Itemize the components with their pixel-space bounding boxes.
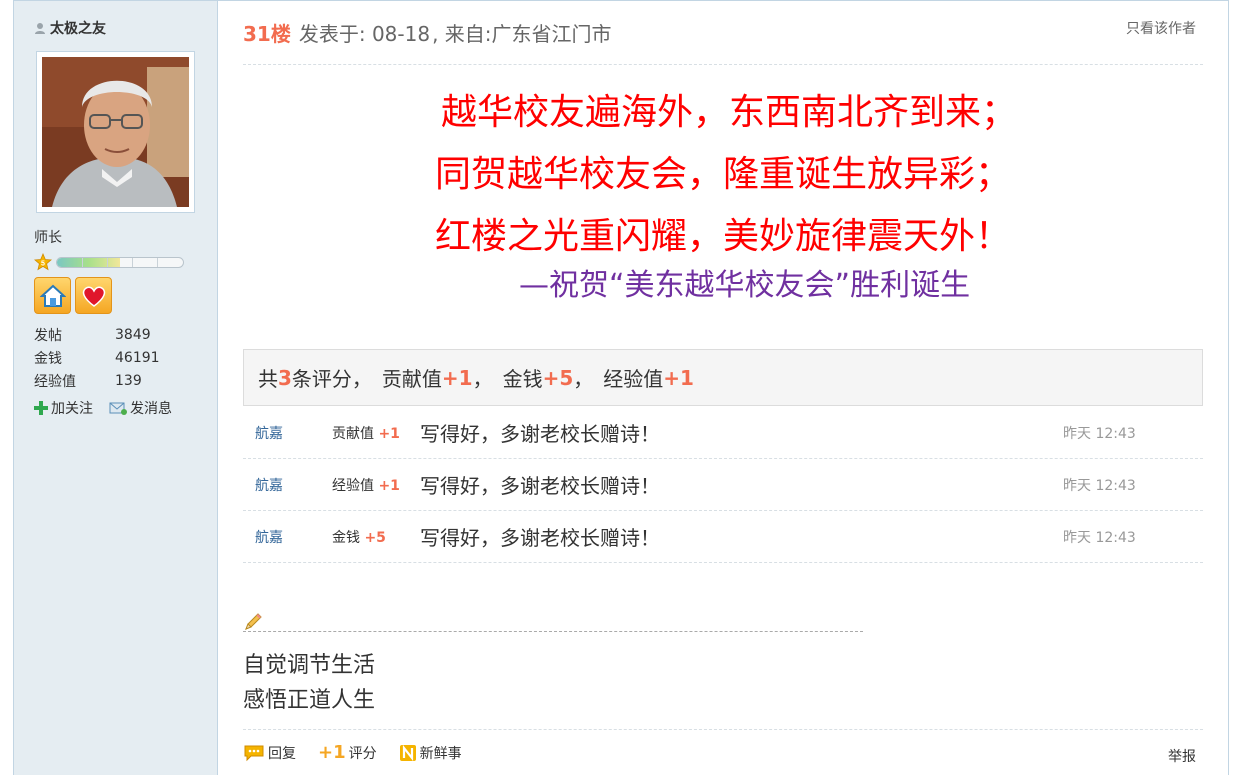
rating-separator: ， xyxy=(472,367,493,391)
user-actions: 加关注 发消息 xyxy=(34,398,172,418)
author-name-text[interactable]: 太极之友 xyxy=(50,18,106,38)
post-header: 31楼 发表于: 08-18 , 来自:广东省江门市 xyxy=(243,18,612,47)
stat-label: 金钱 xyxy=(34,350,62,367)
post-actions: 回复 +1 评分 新鲜事 xyxy=(243,742,462,763)
rater-name[interactable]: 航嘉 xyxy=(243,475,332,495)
rate-plus-icon: +1 xyxy=(318,742,346,763)
rating-summary: 共 3 条评分， 贡献值 +1， 金钱 +5， 经验值 +1 xyxy=(243,349,1203,406)
reply-icon xyxy=(244,745,264,761)
rating-type-label: 经验值 xyxy=(332,477,374,494)
heart-medal[interactable] xyxy=(75,277,112,314)
rating-row: 航嘉 贡献值 +1 写得好，多谢老校长赠诗！ 昨天 12:43 xyxy=(243,407,1203,459)
rating-time: 昨天 12:43 xyxy=(1063,529,1136,546)
home-medal[interactable] xyxy=(34,277,71,314)
stat-value: 46191 xyxy=(115,349,160,366)
stat-posts: 发帖 3849 xyxy=(34,323,160,346)
rating-prefix: 共 xyxy=(258,367,278,391)
plus-icon xyxy=(34,401,48,415)
post-time: 发表于: 08-18 xyxy=(298,22,431,46)
rating-type-label: 金钱 xyxy=(332,529,360,546)
stat-label: 发帖 xyxy=(34,327,62,344)
rating-item-value: +1 xyxy=(441,365,473,390)
user-icon xyxy=(35,22,45,34)
news-label: 新鲜事 xyxy=(419,745,462,762)
poem-line: 越华校友遍海外，东西南北齐到来； xyxy=(440,92,1017,133)
rating-time: 昨天 12:43 xyxy=(1063,425,1136,442)
rating-item-value: +5 xyxy=(542,365,574,390)
level-progress-bar xyxy=(56,256,184,268)
only-author-link[interactable]: 只看该作者 xyxy=(1126,18,1196,38)
reply-label: 回复 xyxy=(268,745,296,762)
poem-line: 红楼之光重闪耀，美妙旋律震天外！ xyxy=(434,216,1011,257)
stat-value: 139 xyxy=(115,372,142,389)
poem-subtitle: —祝贺“美东越华校友会”胜利诞生 xyxy=(519,268,971,303)
rater-name[interactable]: 航嘉 xyxy=(243,423,332,443)
news-icon xyxy=(399,744,416,761)
heart-icon xyxy=(82,286,105,307)
rater-name[interactable]: 航嘉 xyxy=(243,527,332,547)
rating-item-label: 贡献值 xyxy=(381,367,442,391)
footer-divider xyxy=(243,729,1203,730)
follow-button[interactable]: 加关注 xyxy=(34,398,93,418)
house-icon xyxy=(39,284,66,307)
avatar[interactable] xyxy=(36,51,195,213)
rating-reason: 写得好，多谢老校长赠诗！ xyxy=(420,422,660,446)
stat-experience: 经验值 139 xyxy=(34,369,160,392)
rating-item-label: 经验值 xyxy=(603,367,664,391)
signature-line: 感悟正道人生 xyxy=(243,688,376,713)
avatar-photo xyxy=(42,57,189,207)
rating-type: 贡献值 +1 xyxy=(332,423,420,443)
follow-label: 加关注 xyxy=(51,401,93,417)
share-news-button[interactable]: 新鲜事 xyxy=(399,742,462,763)
rating-count: 3 xyxy=(278,365,292,390)
signature-divider xyxy=(243,631,863,632)
medal-list xyxy=(34,277,112,314)
pencil-icon xyxy=(245,613,262,630)
author-name[interactable]: 太极之友 xyxy=(34,18,106,38)
rating-count-suffix: 条评分， xyxy=(291,367,372,391)
rating-item-label: 金钱 xyxy=(502,367,543,391)
message-label: 发消息 xyxy=(130,401,172,417)
rating-type-label: 贡献值 xyxy=(332,425,374,442)
user-rank: 师长 xyxy=(34,230,62,246)
svg-text:5: 5 xyxy=(41,261,45,268)
message-icon xyxy=(109,402,127,415)
header-divider xyxy=(243,64,1203,65)
author-sidebar: 太极之友 师长 5 发帖 3849 金钱 46191 经验值 139 加关注 发… xyxy=(14,1,218,775)
user-stats: 发帖 3849 金钱 46191 经验值 139 xyxy=(34,323,160,392)
stat-label: 经验值 xyxy=(34,373,76,390)
rating-row: 航嘉 经验值 +1 写得好，多谢老校长赠诗！ 昨天 12:43 xyxy=(243,459,1203,511)
stat-money: 金钱 46191 xyxy=(34,346,160,369)
rating-separator: ， xyxy=(573,367,594,391)
signature-line: 自觉调节生活 xyxy=(243,653,376,678)
rating-row: 航嘉 金钱 +5 写得好，多谢老校长赠诗！ 昨天 12:43 xyxy=(243,511,1203,563)
rating-type: 金钱 +5 xyxy=(332,527,420,547)
level-indicator: 5 xyxy=(34,253,184,271)
rating-reason: 写得好，多谢老校长赠诗！ xyxy=(420,526,660,550)
send-message-button[interactable]: 发消息 xyxy=(109,398,172,418)
rating-type: 经验值 +1 xyxy=(332,475,420,495)
poem-line: 同贺越华校友会，隆重诞生放异彩； xyxy=(434,154,1011,195)
floor-number[interactable]: 31楼 xyxy=(243,18,291,47)
stat-value: 3849 xyxy=(115,326,151,343)
rating-value: +5 xyxy=(364,529,386,546)
rate-label: 评分 xyxy=(348,745,377,762)
rate-button[interactable]: +1 评分 xyxy=(318,742,377,763)
rating-value: +1 xyxy=(378,425,400,442)
post-location: , 来自:广东省江门市 xyxy=(432,22,612,46)
level-star-icon: 5 xyxy=(34,253,52,271)
report-link[interactable]: 举报 xyxy=(1168,746,1196,766)
rating-time: 昨天 12:43 xyxy=(1063,477,1136,494)
signature: 自觉调节生活 感悟正道人生 xyxy=(243,648,375,718)
reply-button[interactable]: 回复 xyxy=(243,742,296,763)
rating-reason: 写得好，多谢老校长赠诗！ xyxy=(420,474,660,498)
rating-item-value: +1 xyxy=(663,365,694,390)
post-content: 越华校友遍海外，东西南北齐到来； 同贺越华校友会，隆重诞生放异彩； 红楼之光重闪… xyxy=(243,82,1203,303)
rating-value: +1 xyxy=(378,477,400,494)
